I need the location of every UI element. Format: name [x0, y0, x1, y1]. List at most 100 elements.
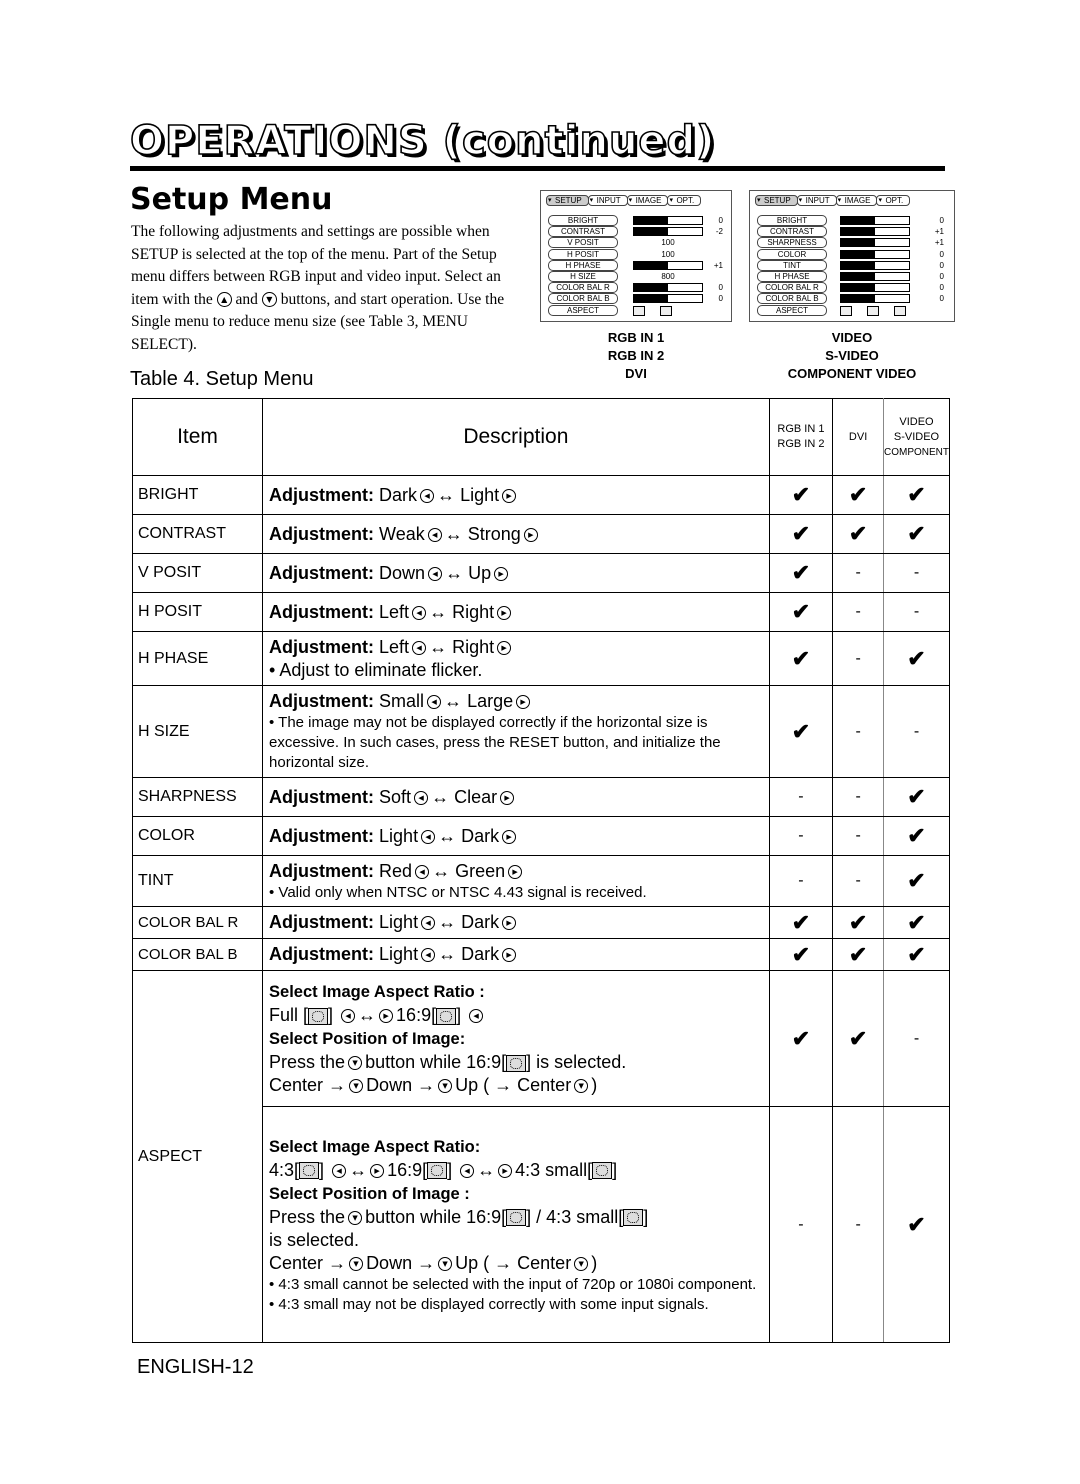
- item-description: Adjustment: Light ◀ ↔ Dark ▶: [262, 938, 770, 971]
- swap-arrow-icon: ↔: [438, 944, 457, 964]
- left-button-icon: ◀: [420, 488, 435, 503]
- adjustment-line: Adjustment: Dark ◀ ↔ Light ▶: [269, 484, 769, 507]
- osd-row: COLOR BAL R: [757, 282, 827, 294]
- not-applicable-mark: -: [768, 855, 834, 907]
- osd-row-label: ASPECT: [548, 304, 618, 316]
- osd-row: H POSIT: [548, 248, 618, 260]
- osd-level-bar: [633, 216, 703, 225]
- header-rgb-line: RGB IN 2: [777, 438, 825, 450]
- osd-tab: INPUT: [587, 195, 628, 206]
- item-description: Adjustment: Small ◀ ↔ Large ▶ • The image ma…: [262, 685, 770, 778]
- arrow-icon: →: [417, 1075, 436, 1095]
- left-button-icon: ◀: [412, 640, 427, 655]
- osd-tab: SETUP: [755, 195, 798, 206]
- not-applicable-mark: -: [768, 1106, 834, 1343]
- osd-row: V POSIT: [548, 237, 618, 249]
- osd-row-label: COLOR BAL B: [757, 293, 827, 305]
- swap-arrow-icon: ↔: [444, 523, 463, 544]
- adjustment-line: Adjustment: Weak ◀ ↔ Strong ▶: [269, 523, 769, 546]
- check-icon: ✔: [832, 906, 884, 939]
- check-icon: ✔: [768, 592, 834, 632]
- right-button-icon: ▶: [502, 948, 517, 963]
- adjust-right-label: Clear: [454, 786, 498, 807]
- header-item: Item: [131, 398, 264, 476]
- down-button-icon: ▼: [574, 1079, 589, 1094]
- item-description: Adjustment: Light ◀ ↔ Dark ▶: [262, 906, 770, 939]
- left-button-icon: ◀: [427, 695, 442, 710]
- is-selected-text: is selected.: [269, 1229, 360, 1250]
- right-button-icon: ▶: [370, 1163, 385, 1178]
- intro-text-2: and: [231, 290, 262, 308]
- check-icon: ✔: [768, 685, 834, 778]
- not-applicable-mark: -: [768, 816, 834, 856]
- center-text: Center: [517, 1075, 572, 1095]
- item-description: Adjustment: Dark ◀ ↔ Light ▶: [262, 475, 770, 515]
- down-button-icon: ▼: [349, 1256, 364, 1271]
- adjustment-line: Adjustment: Light ◀ ↔ Dark ▶: [269, 943, 769, 966]
- osd-level-bar: [633, 283, 703, 293]
- adjustment-label: Adjustment:: [269, 523, 375, 544]
- osd-value: 0: [939, 260, 944, 270]
- arrow-icon: →: [494, 1252, 513, 1273]
- adjust-right-label: Dark: [461, 912, 500, 932]
- check-icon: ✔: [883, 631, 950, 686]
- ratio-43-small-label: 4:3 small[: [515, 1159, 593, 1180]
- down-text: Down: [366, 1075, 413, 1095]
- aspect-mode-icon: [623, 1209, 644, 1227]
- aspect-mode-icon: [436, 1007, 457, 1025]
- adjustment-label: Adjustment:: [269, 860, 375, 881]
- check-icon: ✔: [768, 970, 834, 1107]
- down-button-icon: ▼: [574, 1256, 589, 1271]
- right-button-icon: ▶: [516, 695, 531, 710]
- adjust-left-label: Weak: [379, 523, 425, 544]
- osd-level-fill: [634, 261, 668, 269]
- osd-row-label: COLOR BAL R: [548, 282, 618, 294]
- osd-tabs: SETUPINPUTIMAGEOPT.: [755, 195, 911, 206]
- not-applicable-mark: -: [832, 816, 884, 856]
- adjust-right-label: Right: [452, 601, 495, 622]
- down-button-icon: ▼: [348, 1056, 363, 1071]
- osd-row: COLOR BAL B: [757, 293, 827, 305]
- right-button-icon: ▶: [523, 527, 538, 542]
- table-title: Table 4. Setup Menu: [130, 368, 314, 390]
- item-description: Adjustment: Weak ◀ ↔ Strong ▶: [262, 514, 770, 554]
- swap-arrow-icon: ↔: [429, 601, 448, 622]
- adjustment-line: Adjustment: Light ◀ ↔ Dark ▶: [269, 825, 769, 848]
- check-icon: ✔: [768, 475, 834, 515]
- left-button-icon: ◀: [341, 1009, 356, 1024]
- not-applicable-mark: -: [768, 777, 834, 817]
- adjustment-line: Adjustment: Left ◀ ↔ Right ▶: [269, 636, 769, 659]
- adjust-left-label: Red: [379, 860, 413, 881]
- osd-level-fill: [634, 217, 668, 224]
- note-text: • The image may not be displayed correct…: [269, 714, 721, 771]
- osd-level-bar: [840, 260, 910, 270]
- ratio-heading: Select Image Aspect Ratio :: [269, 983, 485, 1001]
- arrow-icon: →: [417, 1252, 436, 1273]
- left-button-icon: ◀: [421, 829, 436, 844]
- left-button-icon: ◀: [415, 864, 430, 879]
- not-applicable-mark: -: [832, 855, 884, 907]
- left-button-icon: ◀: [428, 566, 443, 581]
- adjust-left-label: Dark: [379, 484, 418, 505]
- item-description: Adjustment: Down ◀ ↔ Up ▶: [262, 553, 770, 593]
- table-row: COLOR BAL B Adjustment: Light ◀ ↔ Dark ▶ ✔ ✔ ✔: [131, 938, 950, 971]
- right-button-icon: ▶: [497, 640, 512, 655]
- adjust-left-label: Light: [379, 944, 419, 964]
- check-icon: ✔: [883, 514, 950, 554]
- table-row: COLOR Adjustment: Light ◀ ↔ Dark ▶ - - ✔: [131, 816, 950, 856]
- left-button-icon: ◀: [414, 790, 429, 805]
- osd-value: +1: [934, 238, 944, 248]
- check-icon: ✔: [883, 1106, 950, 1343]
- right-button-icon: ▶: [379, 1009, 394, 1024]
- adjust-right-label: Green: [455, 860, 506, 881]
- item-description: Adjustment: Soft ◀ ↔ Clear ▶: [262, 777, 770, 817]
- check-icon: ✔: [768, 938, 834, 971]
- up-text: Up (: [455, 1252, 490, 1273]
- swap-arrow-icon: ↔: [438, 825, 457, 846]
- page-number: ENGLISH-12: [137, 1356, 254, 1378]
- osd-row-label: H PHASE: [548, 259, 618, 271]
- osd-row: H SIZE: [548, 271, 618, 282]
- caption-line: DVI: [625, 366, 647, 381]
- osd-tab: OPT.: [667, 195, 702, 206]
- item-name: H PHASE: [131, 631, 264, 686]
